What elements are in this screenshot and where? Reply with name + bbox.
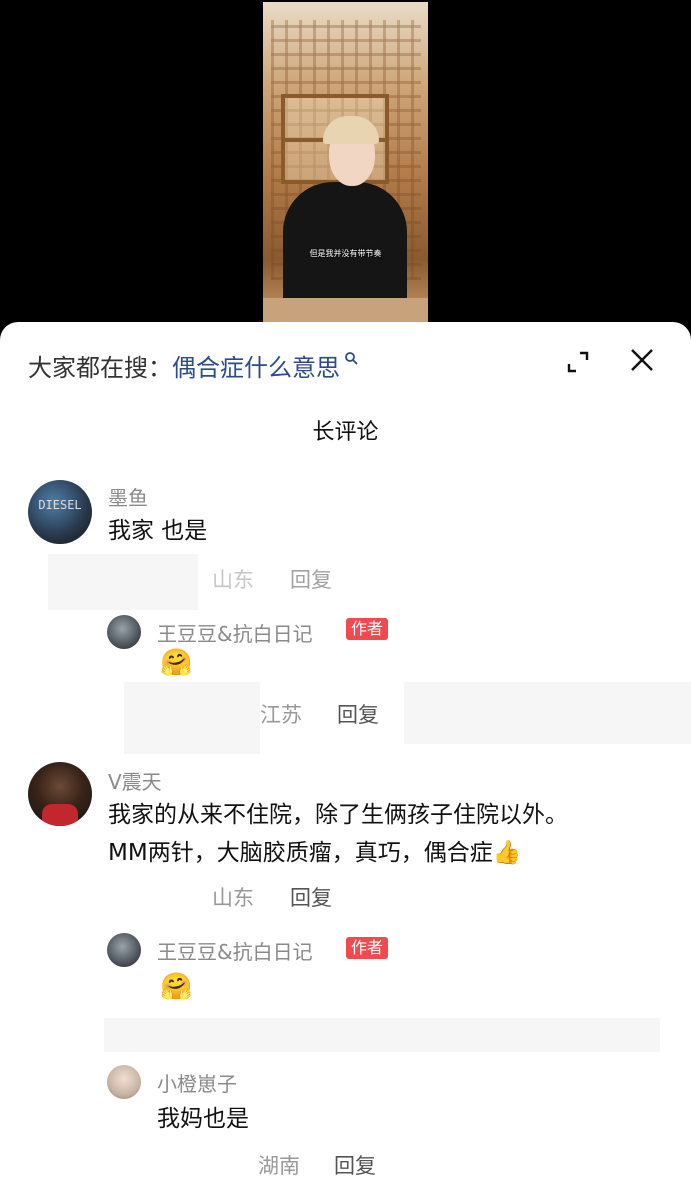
video-player[interactable]: 但是我并没有带节奏	[0, 0, 691, 330]
hug-emoji: 🤗	[160, 648, 193, 678]
comment-author[interactable]: 墨鱼	[108, 482, 148, 511]
reply-location: 江苏	[260, 703, 302, 727]
comment-author[interactable]: V震天	[108, 766, 162, 795]
search-suggestion[interactable]: 大家都在搜： 偶合症什么意思	[28, 348, 358, 382]
avatar[interactable]	[107, 933, 141, 967]
blurred-region	[404, 682, 691, 744]
blurred-region	[124, 682, 260, 754]
reply-button[interactable]: 回复	[290, 882, 332, 912]
comment-text: 我家 也是	[108, 518, 208, 544]
comment-location: 湖南	[258, 1154, 300, 1178]
reply-button[interactable]: 回复	[290, 564, 332, 594]
avatar[interactable]	[28, 762, 92, 826]
reply-author[interactable]: 小橙崽子	[157, 1068, 237, 1097]
avatar[interactable]: DIESEL	[28, 480, 92, 544]
avatar-jersey	[42, 804, 78, 826]
table	[263, 298, 428, 324]
avatar[interactable]	[107, 1065, 141, 1099]
search-term-link[interactable]: 偶合症什么意思	[172, 348, 340, 383]
comment-text: 我妈也是	[157, 1106, 249, 1132]
search-prefix: 大家都在搜：	[28, 353, 172, 382]
reply-author[interactable]: 王豆豆&抗白日记	[157, 618, 313, 647]
comment-location: 山东	[212, 568, 254, 592]
search-icon	[345, 352, 358, 365]
comment-sheet: 大家都在搜： 偶合症什么意思 ⁠长评论 DIESEL 墨鱼 我家 也是 山东 回…	[0, 322, 691, 1200]
author-badge: 作者	[346, 937, 389, 959]
video-subtitle: 但是我并没有带节奏	[309, 249, 382, 258]
comments-title: ⁠长评论	[312, 420, 379, 445]
comment-text-line: MM两针，大脑胶质瘤，真巧，偶合症👍	[108, 840, 522, 866]
close-icon[interactable]	[630, 348, 654, 372]
avatar[interactable]	[107, 615, 141, 649]
author-badge: 作者	[346, 618, 389, 640]
avatar-logo: DIESEL	[38, 498, 82, 512]
reply-button[interactable]: 回复	[334, 1150, 376, 1180]
video-frame: 但是我并没有带节奏	[263, 2, 428, 324]
blurred-region	[48, 554, 198, 610]
hug-emoji: 🤗	[160, 972, 193, 1002]
reply-author[interactable]: 王豆豆&抗白日记	[157, 936, 313, 965]
person-body	[283, 182, 407, 312]
reply-button[interactable]: 回复	[337, 699, 379, 729]
blurred-region	[104, 1018, 660, 1052]
expand-icon[interactable]	[566, 350, 590, 374]
comment-location: 山东	[212, 886, 254, 910]
comment-text-line: 我家的从来不住院，除了生俩孩子住院以外。	[108, 802, 568, 828]
